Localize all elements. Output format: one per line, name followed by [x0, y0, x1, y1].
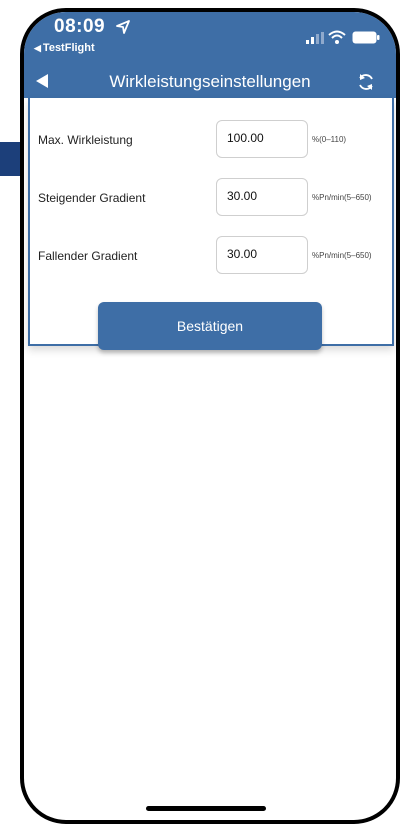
- signal-icon: [306, 32, 324, 44]
- confirm-button[interactable]: Bestätigen: [98, 302, 322, 350]
- max-active-power-input[interactable]: 100.00: [216, 120, 308, 158]
- refresh-icon[interactable]: [356, 72, 376, 92]
- row-label: Max. Wirkleistung: [38, 133, 133, 147]
- row-rising-gradient: Steigender Gradient 30.00 %Pn/min(5–650): [30, 178, 392, 220]
- back-app-label: TestFlight: [42, 42, 95, 54]
- page-title: Wirkleistungseinstellungen: [109, 72, 311, 91]
- row-label: Steigender Gradient: [38, 191, 146, 205]
- row-unit: %(0–110): [312, 135, 347, 144]
- falling-gradient-input[interactable]: 30.00: [216, 236, 308, 274]
- row-unit: %Pn/min(5–650): [312, 251, 372, 260]
- battery-icon: [352, 31, 380, 44]
- back-triangle-icon: ◀: [34, 43, 41, 53]
- row-falling-gradient: Fallender Gradient 30.00 %Pn/min(5–650): [30, 236, 392, 278]
- phone-screen: 08:09 ◀ TestFlight Wirkleistungseinstellu…: [20, 8, 400, 824]
- app-header: 08:09 ◀ TestFlight Wirkleistungseinstellu…: [24, 12, 396, 98]
- row-unit: %Pn/min(5–650): [312, 193, 372, 202]
- status-time: 08:09: [54, 16, 106, 37]
- home-indicator[interactable]: [146, 806, 266, 811]
- back-to-app-link[interactable]: ◀ TestFlight: [34, 42, 95, 54]
- rising-gradient-input[interactable]: 30.00: [216, 178, 308, 216]
- row-label: Fallender Gradient: [38, 249, 138, 263]
- location-arrow-icon: [116, 20, 130, 34]
- wifi-icon: [328, 30, 346, 44]
- row-max-active-power: Max. Wirkleistung 100.00 %(0–110): [30, 120, 392, 162]
